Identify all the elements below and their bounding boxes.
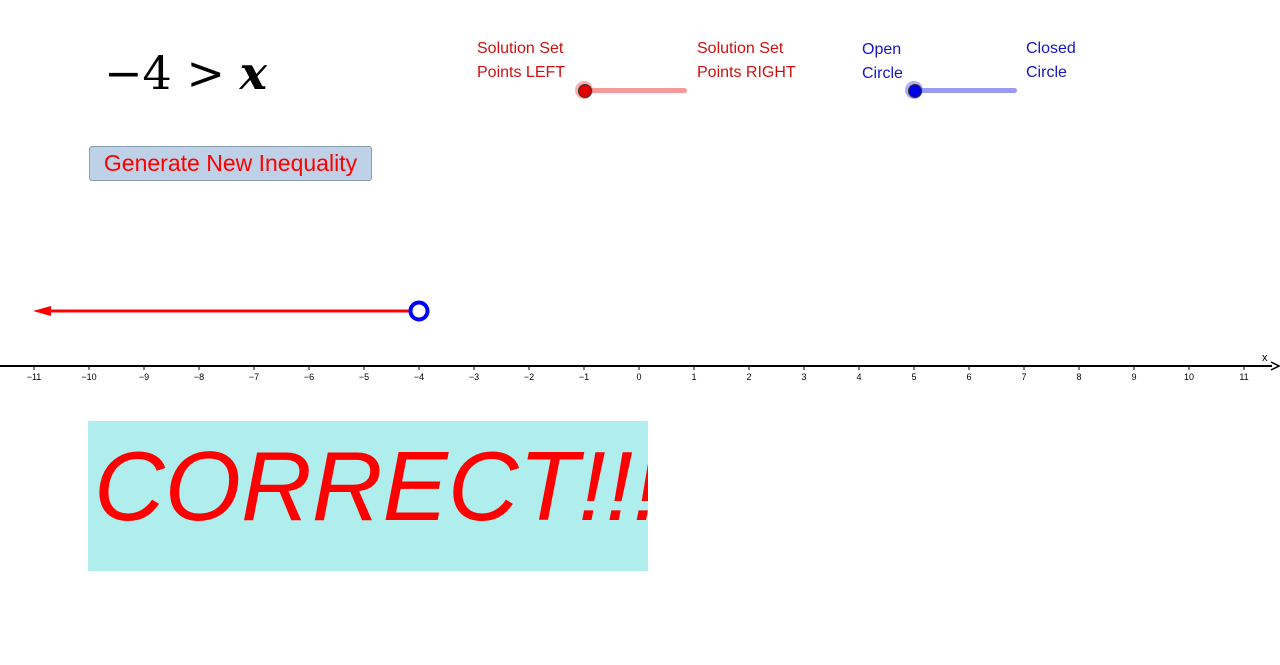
- x-tick-label: −8: [194, 372, 204, 382]
- x-tick-label: −11: [27, 372, 42, 382]
- x-tick-label: −2: [524, 372, 534, 382]
- x-axis-label: x: [1262, 352, 1268, 364]
- x-tick-label: 11: [1239, 372, 1248, 382]
- x-tick-label: −4: [414, 372, 424, 382]
- x-tick-label: −9: [139, 372, 149, 382]
- x-tick-label: 7: [1021, 372, 1026, 382]
- x-tick-label: −6: [304, 372, 314, 382]
- x-tick-label: 3: [801, 372, 806, 382]
- x-tick-label: 0: [636, 372, 641, 382]
- x-tick-label: 1: [691, 372, 696, 382]
- x-tick-label: 4: [856, 372, 861, 382]
- x-tick-label: 10: [1184, 372, 1194, 382]
- number-line: x−11 −10 −9 −8 −7 −6 −5 −4 −3 −2 −1 0 1 2 3 4 5 6 7 8 9 10 11: [0, 300, 1280, 382]
- x-tick-label: −1: [579, 372, 589, 382]
- endpoint-circle: [408, 300, 430, 322]
- solution-ray-arrow: [33, 306, 51, 316]
- x-tick-label: −3: [469, 372, 479, 382]
- x-tick-label: −10: [81, 372, 96, 382]
- x-tick-label: −7: [249, 372, 259, 382]
- x-tick-label: 9: [1131, 372, 1136, 382]
- x-tick-label: 8: [1076, 372, 1081, 382]
- x-tick-label: 5: [911, 372, 916, 382]
- x-tick-label: 6: [966, 372, 971, 382]
- x-tick-label: 2: [746, 372, 751, 382]
- x-axis-arrow: [1270, 361, 1280, 371]
- feedback-correct-banner: CORRECT!!!: [88, 421, 648, 571]
- x-tick-label: −5: [359, 372, 369, 382]
